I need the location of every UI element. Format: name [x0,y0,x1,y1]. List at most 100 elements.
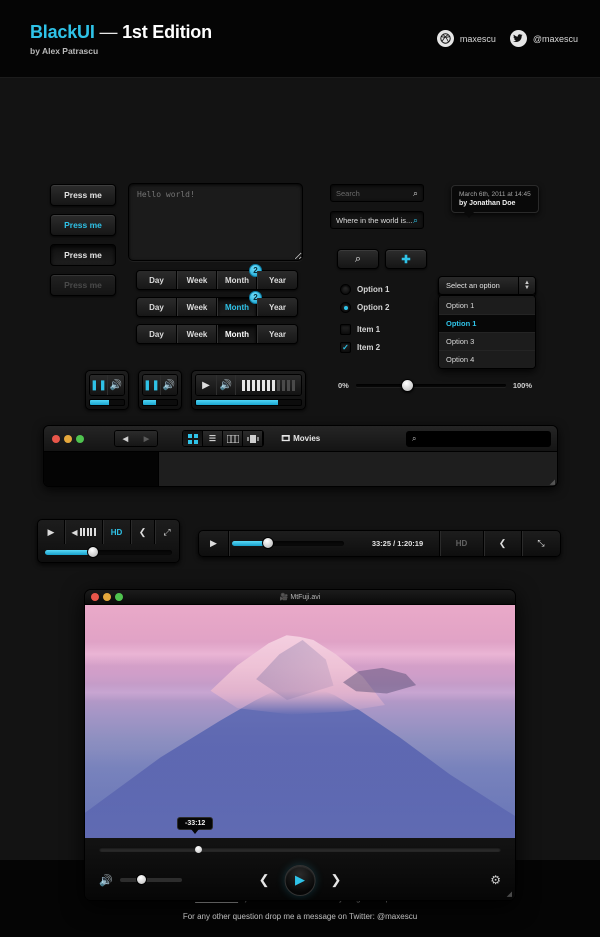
search-field-empty[interactable]: Search ⌕ [330,184,424,202]
back-button[interactable]: ◀ [115,431,136,446]
search-field-filled[interactable]: Where in the world is... ⌕ [330,211,424,229]
segment-month-pressed[interactable]: Month [217,325,257,343]
twitter-link[interactable]: @maxescu [509,30,578,47]
progress-knob[interactable] [262,537,275,549]
audio-player-wide: ▶ 🔊 [191,370,306,410]
volume-icon[interactable]: 🔊 [159,375,177,395]
segment-week[interactable]: Week [177,325,217,343]
volume-slider[interactable] [119,874,182,885]
radio-label: Option 1 [357,285,390,294]
textarea-input[interactable] [128,183,303,261]
next-button[interactable]: ❯ [331,872,342,888]
resize-grip-icon[interactable]: ◢ [550,478,555,486]
coverflow-view-button[interactable] [243,431,263,446]
press-me-button-hover[interactable]: Press me [50,214,116,236]
progress-bar[interactable] [195,399,302,406]
finder-toolbar: ◀ ▶ ☰ 🎞 Movies ⌕ [44,426,557,452]
forward-button[interactable]: ▶ [136,431,157,446]
play-button[interactable]: ▶ [196,375,216,395]
hd-toggle[interactable]: HD [440,531,484,556]
info-tooltip: March 6th, 2011 at 14:45 by Jonathan Doe [451,185,539,218]
radio-label: Option 2 [357,303,390,312]
checkbox-label: Item 2 [357,343,381,352]
search-icon-button[interactable]: ⌕ [337,249,379,269]
volume-knob [136,874,148,885]
pause-button[interactable]: ❚❚ [90,375,107,395]
segment-day[interactable]: Day [137,271,177,289]
radio-group: Option 1 Option 2 [340,284,389,320]
playback-controls: ❮ ▶ ❯ [259,864,342,896]
list-view-button[interactable]: ☰ [203,431,223,446]
segment-year[interactable]: Year [257,271,297,289]
gear-icon[interactable]: ⚙ [490,873,501,887]
dropdown-option[interactable]: Option 3 [439,332,535,350]
press-me-button-active[interactable]: Press me [50,244,116,266]
segment-year[interactable]: Year [257,325,297,343]
share-button[interactable]: ❮ [131,520,155,544]
checkbox-item-2[interactable]: ✓ Item 2 [340,342,380,353]
seek-bar[interactable] [99,846,501,853]
progress-bar[interactable] [89,399,125,406]
segment-month-selected[interactable]: Month 2 [217,291,262,316]
buttons-column: Press me Press me Press me Press me [50,184,116,296]
search-icon[interactable]: ⌕ [413,215,418,226]
page-title: BlackUI — 1st Edition [30,22,212,43]
volume-icon[interactable]: 🔊 [215,375,235,395]
resize-grip-icon[interactable]: ◢ [507,890,512,898]
share-button[interactable]: ❮ [484,531,522,556]
seek-knob[interactable] [195,846,203,853]
dropdown-option-highlighted[interactable]: Option 1 [439,314,535,332]
radio-option-2[interactable]: Option 2 [340,302,389,313]
dropdown-option[interactable]: Option 1 [439,296,535,314]
finder-window: ◀ ▶ ☰ 🎞 Movies ⌕ ◢ [43,425,558,487]
pause-button[interactable]: ❚❚ [143,375,160,395]
segment-week[interactable]: Week [177,271,217,289]
play-button[interactable]: ▶ [284,864,316,896]
progress-track[interactable] [232,537,344,549]
volume-icon[interactable]: 🔊 [106,375,124,395]
finder-search-input[interactable]: ⌕ [406,430,551,447]
add-icon-button[interactable]: ✚ [385,249,427,269]
previous-button[interactable]: ❮ [259,872,270,888]
progress-knob[interactable] [86,546,99,558]
slider-knob[interactable] [400,379,414,392]
brand-name: BlackUI [30,22,95,42]
progress-track[interactable] [45,546,172,558]
fullscreen-button[interactable]: ⤡ [522,531,560,556]
segment-month-label: Month [225,275,249,285]
volume-icon[interactable]: 🔊 [99,874,113,887]
search-icon[interactable]: ⌕ [413,188,418,199]
finder-content[interactable]: ◢ [159,452,557,486]
video-surface[interactable]: -33:12 [85,605,515,838]
dropdown-option[interactable]: Option 4 [439,350,535,368]
icon-view-button[interactable] [183,431,203,446]
nav-buttons: ◀ ▶ [114,430,158,447]
fullscreen-button[interactable]: ⤢ [155,520,179,544]
volume-bars [79,528,96,536]
segment-month[interactable]: Month 2 [217,264,262,289]
slider-track[interactable] [355,379,506,392]
column-view-button[interactable] [223,431,243,446]
social-links: maxescu @maxescu [436,30,578,47]
play-button[interactable]: ▶ [38,520,65,544]
segment-week[interactable]: Week [177,298,217,316]
window-controls[interactable] [52,434,84,443]
slider-max-label: 100% [512,381,533,390]
radio-option-1[interactable]: Option 1 [340,284,389,295]
segment-year[interactable]: Year [257,298,297,316]
press-me-button-normal[interactable]: Press me [50,184,116,206]
video-controls-wide: ▶ 33:25 / 1:20:19 HD ❮ ⤡ [198,530,561,557]
volume-control[interactable]: ◀ [65,520,103,544]
play-button[interactable]: ▶ [199,531,229,556]
twitter-icon [509,30,527,47]
progress-bar[interactable] [142,399,178,406]
dribbble-link[interactable]: maxescu [436,30,496,47]
segmented-control-row-3: Day Week Month Year [136,324,298,344]
checkbox-item-1[interactable]: Item 1 [340,324,380,335]
segment-day[interactable]: Day [137,298,177,316]
segment-day[interactable]: Day [137,325,177,343]
tooltip-date: March 6th, 2011 at 14:45 [459,191,531,198]
hd-toggle[interactable]: HD [103,520,131,544]
finder-sidebar[interactable] [44,452,159,486]
select-trigger[interactable]: Select an option ▲ ▼ [438,276,536,295]
